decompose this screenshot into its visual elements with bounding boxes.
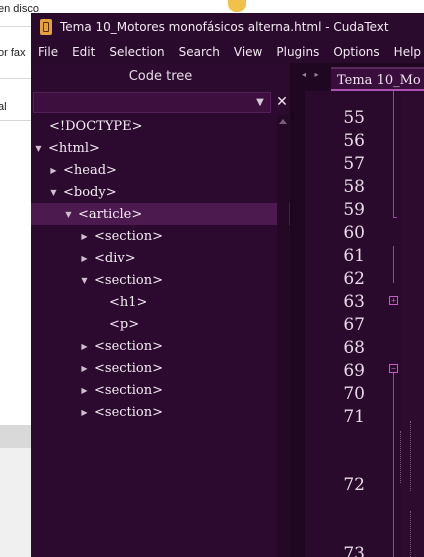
menu-edit[interactable]: Edit [65,45,102,59]
menu-plugins[interactable]: Plugins [269,45,326,59]
fold-collapse-icon[interactable]: − [389,364,398,373]
tree-node[interactable]: ▼ <html> [31,137,278,159]
scroll-up-icon[interactable] [279,119,287,124]
fold-expand-icon[interactable]: + [389,296,398,305]
editor-area: ◂ ▸ Tema 10_Mo 55 56 57 58 59 60 61 62 6… [293,63,424,557]
tree-node-label: <section> [94,338,164,354]
tree-node-selected[interactable]: ▼ <article> [31,203,308,225]
background-text: or fax [0,47,26,59]
tree-node-label: <html> [48,140,100,156]
line-number: 67 [343,315,365,335]
line-number: 57 [343,154,365,174]
line-number: 72 [343,475,365,495]
tree-node-label: <article> [78,206,143,222]
code-tree-panel: Code tree ▼ ✕ <!DOCTYPE> ▼ <html> ▶ <hea… [31,63,308,557]
tree-node[interactable]: <!DOCTYPE> [31,115,294,137]
chevron-right-icon[interactable]: ▶ [79,254,90,263]
chevron-right-icon[interactable]: ▶ [79,408,90,417]
fold-guide [393,373,394,557]
chevron-down-icon[interactable]: ▼ [33,144,44,153]
tree-node-label: <section> [94,382,164,398]
chevron-right-icon[interactable]: ▶ [79,386,90,395]
line-number: 59 [343,200,365,220]
tree-node-label: <section> [94,360,164,376]
chevron-down-icon[interactable]: ▼ [63,210,74,219]
line-number: 62 [343,269,365,289]
cudatext-window: Tema 10_Motores monofásicos alterna.html… [31,13,424,557]
tree-node-label: <head> [63,162,117,178]
tree-node-label: <div> [94,250,136,266]
chevron-right-icon[interactable]: ▶ [79,232,90,241]
line-number: 63 [343,292,365,312]
menu-help[interactable]: Help [387,45,424,59]
panel-title: Code tree [128,69,193,84]
code-tree: <!DOCTYPE> ▼ <html> ▶ <head> ▼ <body> ▼ … [31,115,308,557]
line-number: 70 [343,384,365,404]
line-number: 61 [343,246,365,266]
line-number-gutter: 55 56 57 58 59 60 61 62 63 67 68 69 70 7… [293,91,373,557]
tree-node[interactable]: ▼ <body> [31,181,293,203]
menu-search[interactable]: Search [172,45,227,59]
line-number: 69 [343,361,365,381]
tree-node-label: <section> [94,228,164,244]
fold-guide [393,91,394,217]
tab-file[interactable]: Tema 10_Mo [331,67,424,91]
tree-node-label: <h1> [109,294,148,310]
tree-scrollbar[interactable] [277,115,289,557]
window-title: Tema 10_Motores monofásicos alterna.html… [60,20,389,34]
line-number: 73 [343,544,365,557]
title-bar[interactable]: Tema 10_Motores monofásicos alterna.html… [31,13,424,41]
fold-guide-end [393,217,397,218]
chevron-right-icon[interactable]: ▶ [48,166,59,175]
tree-filter-input[interactable] [33,92,271,113]
menu-options[interactable]: Options [326,45,386,59]
menu-file[interactable]: File [31,45,65,59]
tree-node-label: <section> [94,272,164,288]
menu-selection[interactable]: Selection [102,45,171,59]
background-folder-icon [228,0,246,12]
cudatext-app-icon[interactable] [40,19,52,35]
menu-view[interactable]: View [227,45,269,59]
line-number: 56 [343,131,365,151]
background-text: al [0,101,7,113]
tree-filter: ▼ ✕ [31,92,290,114]
tree-node-label: <section> [94,404,164,420]
menu-bar: File Edit Selection Search View Plugins … [31,41,424,63]
chevron-right-icon[interactable]: ▶ [79,342,90,351]
tab-bar: ◂ ▸ Tema 10_Mo [293,63,424,91]
line-number: 55 [343,108,365,128]
tree-node-label: <p> [109,316,140,332]
tree-node-label: <!DOCTYPE> [49,118,143,134]
indent-guide [410,511,411,557]
tree-node-label: <body> [63,184,117,200]
indent-guide [400,431,401,483]
gutter-bookmark-strip[interactable] [293,91,305,557]
chevron-down-icon[interactable]: ▼ [79,276,90,285]
line-number: 58 [343,177,365,197]
code-text-area[interactable] [400,91,424,557]
line-number: 71 [343,407,365,427]
close-icon[interactable]: ✕ [275,92,289,113]
chevron-right-icon[interactable]: ▶ [79,364,90,373]
chevron-down-icon[interactable]: ▼ [48,188,59,197]
line-number: 60 [343,223,365,243]
chevron-down-icon[interactable]: ▼ [253,96,267,110]
line-number: 68 [343,338,365,358]
tab-scroll-arrows[interactable]: ◂ ▸ [302,70,326,84]
tree-node[interactable]: ▶ <head> [31,159,293,181]
fold-guide [393,246,394,283]
indent-guide [410,421,411,491]
